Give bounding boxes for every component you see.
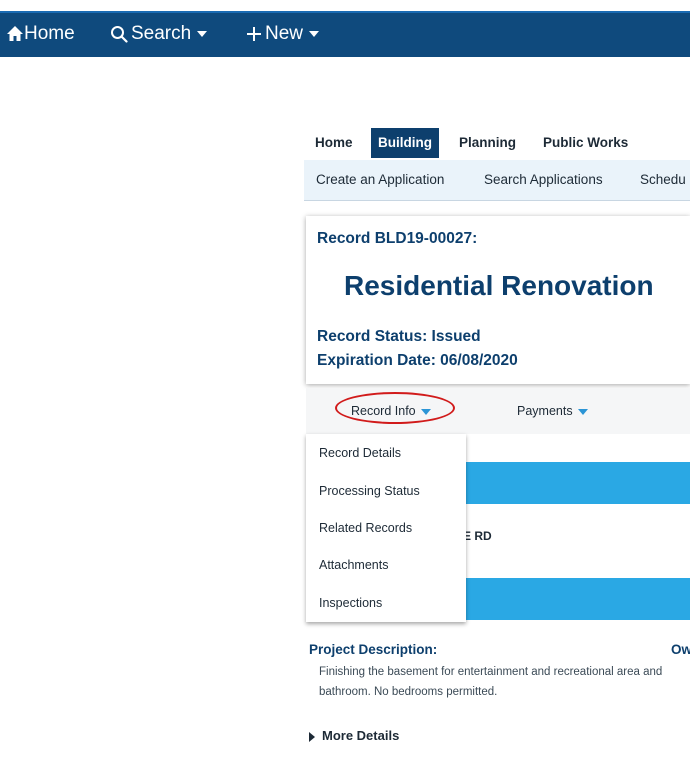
top-navigation-bar: Home Search New bbox=[0, 11, 690, 57]
owner-label-fragment: Ow bbox=[671, 642, 690, 657]
subnav-schedule[interactable]: Schedu bbox=[640, 160, 686, 200]
payments-label: Payments bbox=[517, 404, 573, 418]
record-header-card: Record BLD19-00027: Residential Renovati… bbox=[306, 216, 690, 384]
home-nav-label: Home bbox=[24, 23, 75, 44]
triangle-right-icon bbox=[309, 731, 315, 742]
tab-public-works[interactable]: Public Works bbox=[536, 128, 635, 158]
menu-item-inspections[interactable]: Inspections bbox=[319, 596, 382, 610]
building-subnav: Create an Application Search Application… bbox=[304, 160, 690, 201]
payments-tab[interactable]: Payments bbox=[517, 388, 588, 434]
record-status: Record Status: Issued bbox=[317, 328, 481, 345]
search-nav-label: Search bbox=[131, 23, 192, 44]
more-details-toggle[interactable]: More Details bbox=[309, 728, 399, 743]
search-icon bbox=[111, 25, 128, 43]
menu-item-related-records[interactable]: Related Records bbox=[319, 521, 412, 535]
subnav-create-application[interactable]: Create an Application bbox=[316, 160, 444, 200]
project-description-label: Project Description: bbox=[309, 642, 438, 657]
home-nav-link[interactable]: Home bbox=[6, 13, 75, 57]
tab-planning[interactable]: Planning bbox=[452, 128, 523, 158]
record-expiration-date: Expiration Date: 06/08/2020 bbox=[317, 352, 518, 369]
menu-item-record-details[interactable]: Record Details bbox=[319, 446, 401, 460]
module-tabs: Home Building Planning Public Works bbox=[308, 128, 690, 158]
annotation-circle bbox=[335, 392, 455, 424]
chevron-down-icon bbox=[197, 30, 208, 37]
record-info-dropdown: Record Details Processing Status Related… bbox=[306, 434, 466, 622]
new-nav-label: New bbox=[265, 23, 304, 44]
caret-down-icon bbox=[577, 408, 588, 415]
menu-item-attachments[interactable]: Attachments bbox=[319, 558, 388, 572]
plus-icon bbox=[247, 26, 261, 41]
new-nav-menu[interactable]: New bbox=[246, 13, 320, 57]
record-title: Residential Renovation bbox=[344, 270, 654, 301]
tab-building[interactable]: Building bbox=[371, 128, 439, 158]
more-details-label: More Details bbox=[322, 728, 400, 743]
tab-home[interactable]: Home bbox=[308, 128, 360, 158]
search-nav-menu[interactable]: Search bbox=[110, 13, 208, 57]
home-icon bbox=[7, 25, 23, 41]
project-description-text: Finishing the basement for entertainment… bbox=[319, 666, 663, 698]
chevron-down-icon bbox=[309, 30, 320, 37]
subnav-search-applications[interactable]: Search Applications bbox=[484, 160, 603, 200]
menu-item-processing-status[interactable]: Processing Status bbox=[319, 484, 420, 498]
record-number: Record BLD19-00027: bbox=[317, 230, 478, 247]
